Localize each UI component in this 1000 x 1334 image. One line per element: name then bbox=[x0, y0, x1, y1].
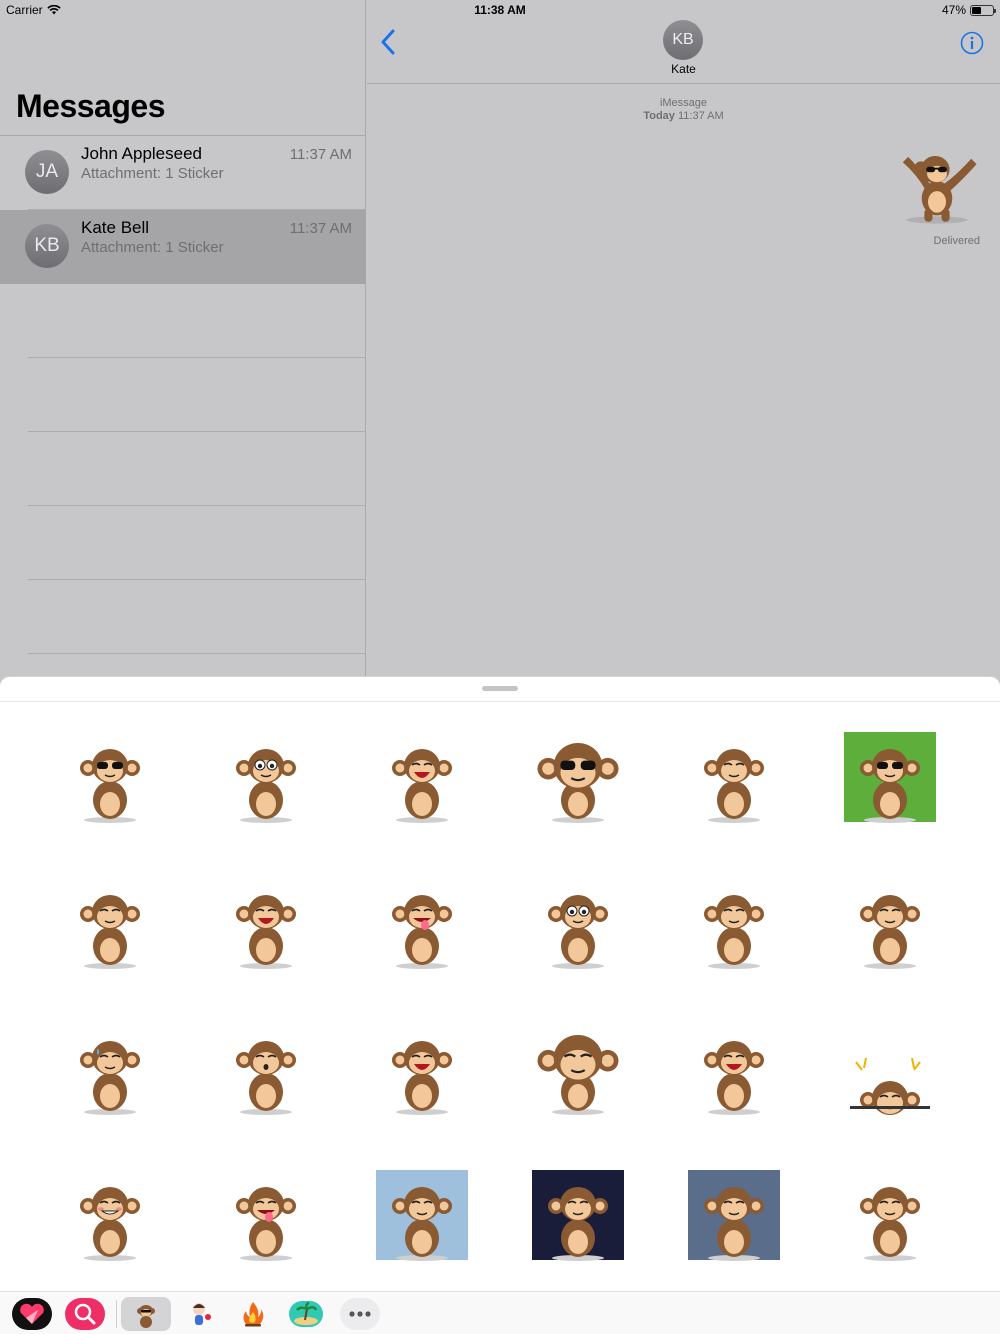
page-title: Messages bbox=[16, 88, 165, 124]
contact-name[interactable]: Kate bbox=[367, 62, 1000, 76]
divider bbox=[28, 653, 366, 654]
status-bar: Carrier 11:38 AM 47% bbox=[0, 0, 1000, 20]
sticker-crying-laugh[interactable] bbox=[656, 1022, 812, 1168]
sticker-monkey-rooster[interactable] bbox=[32, 876, 188, 1022]
more-apps-icon[interactable] bbox=[340, 1297, 380, 1331]
message-timestamp: Today 11:37 AM bbox=[367, 110, 1000, 122]
sticker-laugh-kick[interactable] bbox=[344, 730, 500, 876]
sticker-tongue-out[interactable] bbox=[344, 876, 500, 1022]
conversation-time: 11:37 AM bbox=[289, 220, 352, 237]
divider bbox=[28, 505, 366, 506]
contact-avatar[interactable]: KB bbox=[663, 20, 703, 60]
delivery-status: Delivered bbox=[933, 235, 980, 247]
battery-fill bbox=[972, 6, 982, 14]
divider bbox=[28, 431, 366, 432]
service-label: iMessage bbox=[659, 97, 708, 109]
divider bbox=[28, 579, 366, 580]
girl-sticker-app-icon[interactable] bbox=[180, 1297, 220, 1331]
conversation-list-pane: Messages JA John Appleseed Attachment: 1… bbox=[0, 0, 366, 676]
island-sticker-app-icon[interactable] bbox=[286, 1297, 326, 1331]
info-icon[interactable] bbox=[960, 31, 984, 55]
conversation-time: 11:37 AM bbox=[289, 146, 352, 163]
sticker-angry-shout[interactable] bbox=[188, 876, 344, 1022]
conversation-pane: KB Kate iMessage Today 11:37 AM Delivere… bbox=[367, 0, 1000, 676]
conversation-preview: Attachment: 1 Sticker bbox=[81, 165, 224, 182]
heart-app-icon[interactable] bbox=[12, 1297, 52, 1331]
sticker-hands-hips[interactable] bbox=[188, 1022, 344, 1168]
sticker-three-monkeys[interactable] bbox=[812, 730, 968, 876]
fire-sticker-app-icon[interactable] bbox=[233, 1297, 273, 1331]
timestamp-time: 11:37 AM bbox=[677, 110, 724, 122]
drawer-grabber[interactable] bbox=[482, 686, 518, 691]
divider bbox=[28, 357, 366, 358]
avatar: JA bbox=[25, 150, 69, 194]
sticker-happy-wave[interactable] bbox=[812, 876, 968, 1022]
conversation-preview: Attachment: 1 Sticker bbox=[81, 239, 224, 256]
conversation-row-kate[interactable]: KB Kate Bell Attachment: 1 Sticker 11:37… bbox=[0, 210, 366, 284]
monkey-sticker-app-icon[interactable] bbox=[121, 1297, 171, 1331]
app-tray bbox=[0, 1291, 1000, 1334]
sticker-sparkle-eyes[interactable] bbox=[188, 730, 344, 876]
status-right: 47% bbox=[941, 3, 996, 17]
divider bbox=[0, 701, 1000, 702]
sticker-fall-dizzy[interactable] bbox=[344, 1022, 500, 1168]
sticker-thumbs-up-closeup[interactable] bbox=[500, 1022, 656, 1168]
conversation-name: Kate Bell bbox=[81, 218, 150, 237]
battery-percent: 47% bbox=[941, 3, 966, 17]
sticker-peek-sparkle[interactable] bbox=[812, 1022, 968, 1168]
sent-sticker-dab-monkey[interactable] bbox=[892, 138, 982, 228]
search-app-icon[interactable] bbox=[65, 1297, 105, 1331]
status-time: 11:38 AM bbox=[474, 3, 526, 17]
sticker-sweat-drop[interactable] bbox=[32, 1022, 188, 1168]
sticker-thinking-thumb[interactable] bbox=[500, 876, 656, 1022]
battery-icon bbox=[970, 4, 996, 16]
chevron-left-icon[interactable] bbox=[377, 28, 401, 56]
divider bbox=[116, 1300, 117, 1328]
sticker-finger-cross[interactable] bbox=[656, 876, 812, 1022]
sticker-drawer bbox=[0, 676, 1000, 1334]
timestamp-day: Today bbox=[643, 110, 675, 122]
conversation-row-john[interactable]: JA John Appleseed Attachment: 1 Sticker … bbox=[0, 136, 366, 210]
avatar: KB bbox=[25, 224, 69, 268]
sticker-sunglasses-closeup[interactable] bbox=[500, 730, 656, 876]
conversation-name: John Appleseed bbox=[81, 144, 202, 163]
sticker-dab-sunglasses[interactable] bbox=[32, 730, 188, 876]
sticker-knife-guard[interactable] bbox=[656, 730, 812, 876]
sticker-grid bbox=[32, 730, 968, 1314]
